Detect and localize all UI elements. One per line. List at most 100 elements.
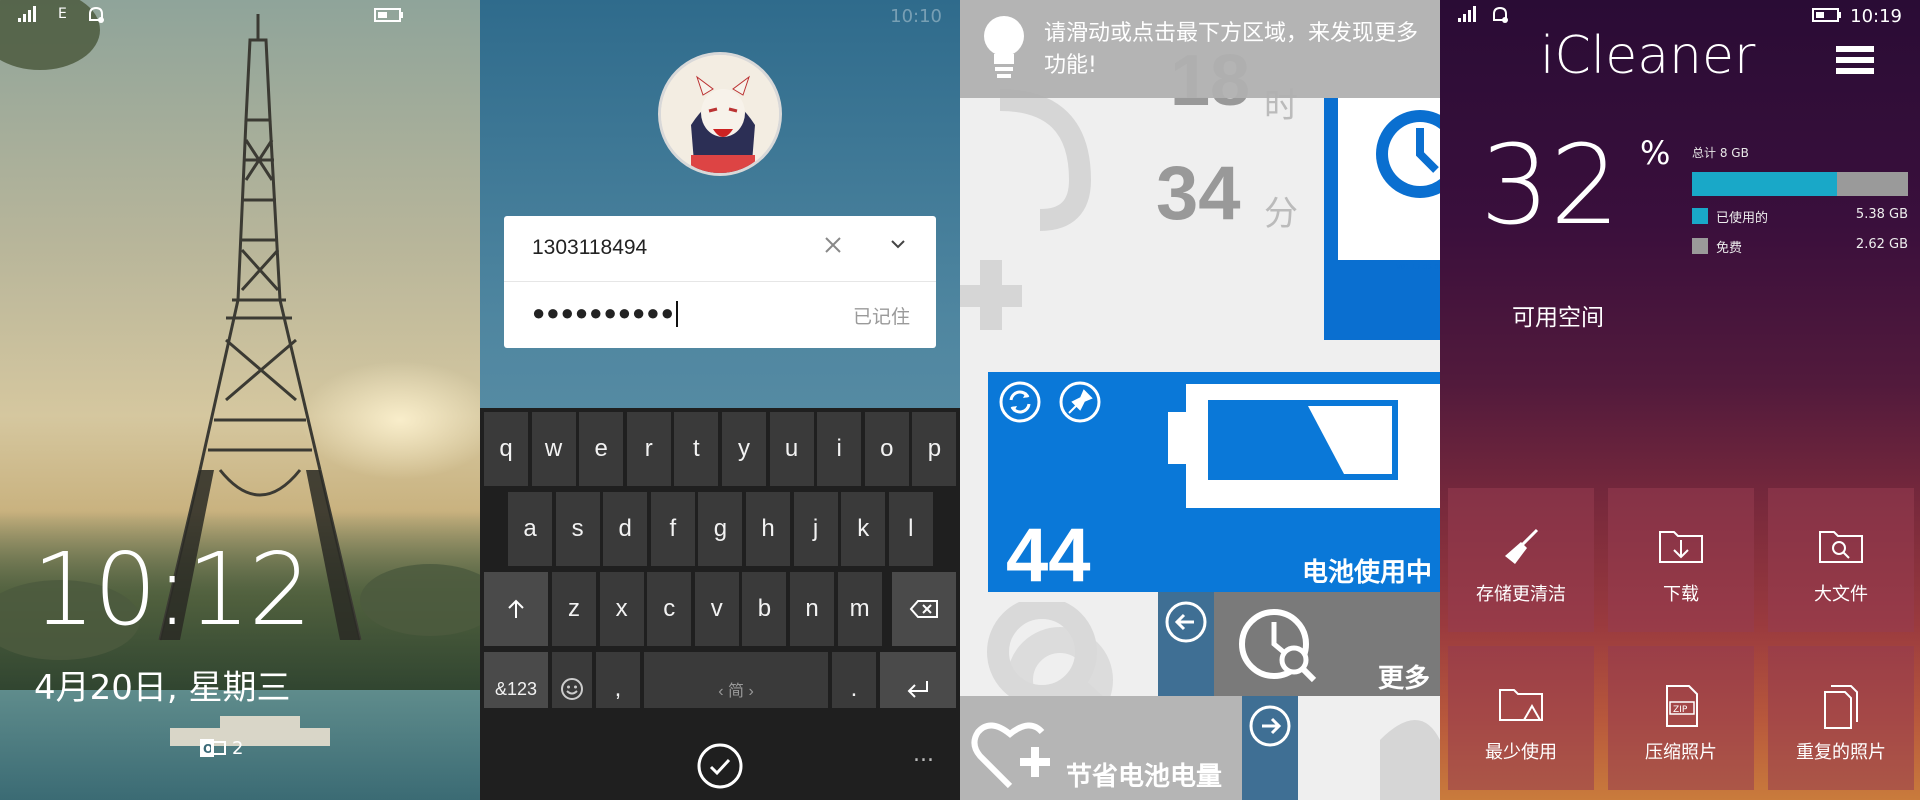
confirm-check-icon[interactable]: [696, 742, 744, 790]
zip-icon: ZIP: [1661, 684, 1701, 728]
battery-status-tile[interactable]: 44 电池使用中: [988, 372, 1440, 598]
tile-least-used[interactable]: 最少使用: [1448, 646, 1594, 790]
storage-bar: [1692, 172, 1908, 196]
shift-key[interactable]: [484, 572, 548, 646]
emoji-icon: [561, 678, 583, 700]
tile-label: 下载: [1663, 584, 1699, 605]
lock-time: 10:12: [32, 531, 312, 648]
tile-duplicate-photos[interactable]: 重复的照片: [1768, 646, 1914, 790]
arrow-right-icon: [1249, 705, 1291, 747]
mail-notification[interactable]: O 2: [200, 737, 243, 759]
backspace-icon: [909, 600, 938, 618]
key-r[interactable]: r: [626, 412, 671, 486]
battery-gauge-icon: [1168, 384, 1440, 508]
more-label: 更多: [1377, 664, 1430, 694]
key-y[interactable]: y: [722, 412, 766, 486]
key-f[interactable]: f: [650, 492, 695, 566]
forward-tile[interactable]: [1242, 696, 1298, 800]
key-p[interactable]: p: [912, 412, 957, 486]
pin-icon[interactable]: [1058, 380, 1102, 424]
key-u[interactable]: u: [769, 412, 814, 486]
remember-password-label[interactable]: 已记住: [853, 302, 910, 329]
username-field[interactable]: 1303118494: [504, 216, 936, 282]
percent-sign: %: [1640, 134, 1671, 172]
battery-status-label: 电池使用中: [1301, 558, 1432, 588]
duplicate-files-icon: [1821, 684, 1861, 730]
app-title: iCleaner: [1540, 26, 1756, 86]
key-w[interactable]: w: [531, 412, 576, 486]
legend-free: 免费 2.62 GB: [1692, 237, 1908, 256]
key-q[interactable]: q: [484, 412, 528, 486]
free-space-label: 可用空间: [1512, 305, 1604, 331]
username-value: 1303118494: [532, 236, 648, 259]
key-g[interactable]: g: [698, 492, 743, 566]
more-options-button[interactable]: ...: [913, 742, 934, 767]
version-label: V01.17.05.00: [1396, 263, 1440, 271]
key-k[interactable]: k: [841, 492, 886, 566]
backspace-key[interactable]: [892, 572, 956, 646]
signal-strength-icon: [1458, 6, 1480, 22]
key-l[interactable]: l: [888, 492, 933, 566]
free-swatch: [1692, 238, 1708, 254]
arrow-left-icon: [1165, 601, 1207, 643]
total-storage-label: 总计 8 GB: [1692, 146, 1749, 160]
key-h[interactable]: h: [746, 492, 790, 566]
outlook-icon: O: [200, 737, 226, 759]
download-folder-icon: [1658, 526, 1704, 566]
key-s[interactable]: s: [555, 492, 600, 566]
key-j[interactable]: j: [793, 492, 838, 566]
key-d[interactable]: d: [603, 492, 648, 566]
more-tile[interactable]: 更多: [1214, 592, 1440, 696]
key-m[interactable]: m: [837, 572, 882, 646]
chevron-down-icon[interactable]: [888, 234, 908, 254]
text-caret: [675, 301, 678, 328]
tile-compress-photos[interactable]: ZIP 压缩照片: [1608, 646, 1754, 790]
key-a[interactable]: a: [508, 492, 552, 566]
usage-time-tile[interactable]: [1324, 98, 1440, 340]
back-tile[interactable]: [1158, 592, 1214, 696]
icleaner-panel: 10:19 iCleaner 32 % 可用空间 总计 8 GB 已使用的 5.…: [1440, 0, 1920, 800]
quiet-hours-icon: [86, 6, 106, 24]
free-space-percent: 32: [1480, 121, 1620, 249]
key-z[interactable]: z: [552, 572, 596, 646]
signal-strength-icon: [18, 6, 40, 22]
key-x[interactable]: x: [599, 572, 644, 646]
free-storage-label: 免费: [1716, 241, 1743, 256]
login-panel: 10:10 1303118494 ●●●●●●●●●● 已记住 qwerty u…: [480, 0, 960, 800]
tile-downloads[interactable]: 下载: [1608, 488, 1754, 632]
key-n[interactable]: n: [790, 572, 834, 646]
key-i[interactable]: i: [817, 412, 862, 486]
tile-storage-cleaner[interactable]: 存储更清洁: [1448, 488, 1594, 632]
key-v[interactable]: v: [694, 572, 739, 646]
avatar[interactable]: [658, 52, 782, 176]
key-o[interactable]: o: [864, 412, 909, 486]
key-e[interactable]: e: [579, 412, 624, 486]
key-b[interactable]: b: [742, 572, 787, 646]
network-type-label: E: [58, 6, 67, 22]
clear-icon[interactable]: [824, 236, 842, 254]
lightbulb-icon: [982, 14, 1026, 84]
tile-label: 重复的照片: [1796, 742, 1886, 763]
lock-date: 4月20日, 星期三: [34, 668, 291, 708]
lock-screen-panel: E 10:12 4月20日, 星期三 O 2: [0, 0, 480, 800]
used-label: 已使用的: [1716, 211, 1769, 226]
tile-label: 存储更清洁: [1476, 584, 1566, 605]
tile-large-files[interactable]: 大文件: [1768, 488, 1914, 632]
hamburger-menu-icon[interactable]: [1836, 44, 1876, 76]
tile-label: 最少使用: [1485, 742, 1557, 763]
refresh-icon[interactable]: [998, 380, 1042, 424]
tile-label: 压缩照片: [1645, 742, 1717, 763]
free-value: 2.62 GB: [1855, 237, 1908, 252]
tile-label: 大文件: [1814, 584, 1868, 605]
enter-icon: [907, 681, 928, 698]
used-swatch: [1692, 208, 1708, 224]
storage-used-fill: [1692, 172, 1838, 196]
legend-used: 已使用的 5.38 GB: [1692, 207, 1908, 226]
battery-app-panel: 18 时 34 分 请滑动或点击最下方区域，来发现更多功能! V01.17.05…: [960, 0, 1440, 800]
password-field[interactable]: ●●●●●●●●●● 已记住: [504, 282, 936, 348]
password-value: ●●●●●●●●●●: [532, 300, 678, 328]
save-battery-tile[interactable]: 节省电池电量: [960, 696, 1242, 800]
key-t[interactable]: t: [674, 412, 719, 486]
battery-percent: 44: [1006, 513, 1091, 598]
key-c[interactable]: c: [647, 572, 692, 646]
